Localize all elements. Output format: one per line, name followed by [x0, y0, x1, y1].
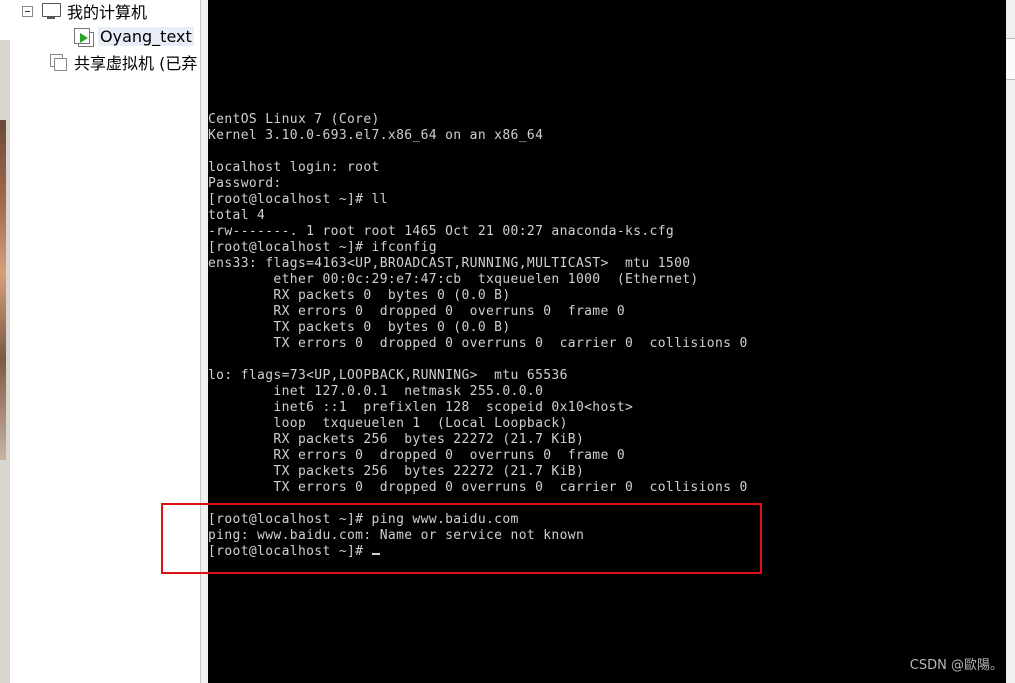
console-line: [root@localhost ~]#	[208, 544, 748, 560]
console-line: RX errors 0 dropped 0 overruns 0 frame 0	[208, 304, 626, 319]
console-line: TX packets 0 bytes 0 (0.0 B)	[208, 320, 511, 335]
console-line: lo: flags=73<UP,LOOPBACK,RUNNING> mtu 65…	[208, 368, 568, 383]
console-line: localhost login: root	[208, 160, 380, 175]
console-line: CentOS Linux 7 (Core)	[208, 112, 380, 127]
console-line: TX packets 256 bytes 22272 (21.7 KiB)	[208, 464, 585, 479]
console-line: Kernel 3.10.0-693.el7.x86_64 on an x86_6…	[208, 128, 544, 143]
background-window-edge	[0, 40, 10, 683]
console-line: RX packets 0 bytes 0 (0.0 B)	[208, 288, 511, 303]
running-vm-icon	[72, 26, 94, 47]
console-line: ping: www.baidu.com: Name or service not…	[208, 528, 585, 543]
pane-splitter[interactable]	[200, 0, 208, 683]
shared-vm-icon	[48, 52, 70, 72]
tree-item-shared-vms[interactable]: 共享虚拟机 (已弃	[48, 51, 197, 73]
console-line: inet 127.0.0.1 netmask 255.0.0.0	[208, 384, 544, 399]
console-line: -rw-------. 1 root root 1465 Oct 21 00:2…	[208, 224, 675, 239]
console-line: ether 00:0c:29:e7:47:cb txqueuelen 1000 …	[208, 272, 699, 287]
console-line: [root@localhost ~]# ifconfig	[208, 240, 437, 255]
console-line: Password:	[208, 176, 282, 191]
console-line: RX packets 256 bytes 22272 (21.7 KiB)	[208, 432, 585, 447]
tree-item-label: 共享虚拟机 (已弃	[74, 54, 198, 73]
vm-library-tree: 我的计算机 Oyang_text 共享虚拟机 (已弃	[0, 0, 200, 683]
console-line: ens33: flags=4163<UP,BROADCAST,RUNNING,M…	[208, 256, 691, 271]
watermark: CSDN @歐陽。	[909, 658, 1003, 673]
tree-item-my-computer[interactable]: 我的计算机	[22, 0, 147, 22]
console-line: TX errors 0 dropped 0 overruns 0 carrier…	[208, 480, 748, 495]
text-cursor	[371, 553, 380, 555]
console-line: [root@localhost ~]# ping www.baidu.com	[208, 512, 519, 527]
tree-item-vm[interactable]: Oyang_text	[72, 25, 194, 47]
console-line: RX errors 0 dropped 0 overruns 0 frame 0	[208, 448, 626, 463]
console-line: [root@localhost ~]# ll	[208, 192, 388, 207]
background-photo-strip	[0, 120, 6, 460]
tree-item-label: 我的计算机	[67, 3, 148, 22]
console-line: total 4	[208, 208, 266, 223]
vm-console[interactable]: CentOS Linux 7 (Core) Kernel 3.10.0-693.e…	[208, 0, 1006, 683]
collapse-toggle-icon[interactable]	[22, 5, 33, 17]
tree-item-label: Oyang_text	[98, 26, 194, 46]
console-line: loop txqueuelen 1 (Local Loopback)	[208, 416, 568, 431]
console-line: TX errors 0 dropped 0 overruns 0 carrier…	[208, 336, 748, 351]
console-output: CentOS Linux 7 (Core) Kernel 3.10.0-693.e…	[208, 112, 748, 560]
computer-icon	[41, 1, 63, 21]
right-window-edge	[1006, 0, 1015, 683]
console-line: inet6 ::1 prefixlen 128 scopeid 0x10<hos…	[208, 400, 634, 415]
scrollbar-button[interactable]	[1006, 38, 1015, 80]
